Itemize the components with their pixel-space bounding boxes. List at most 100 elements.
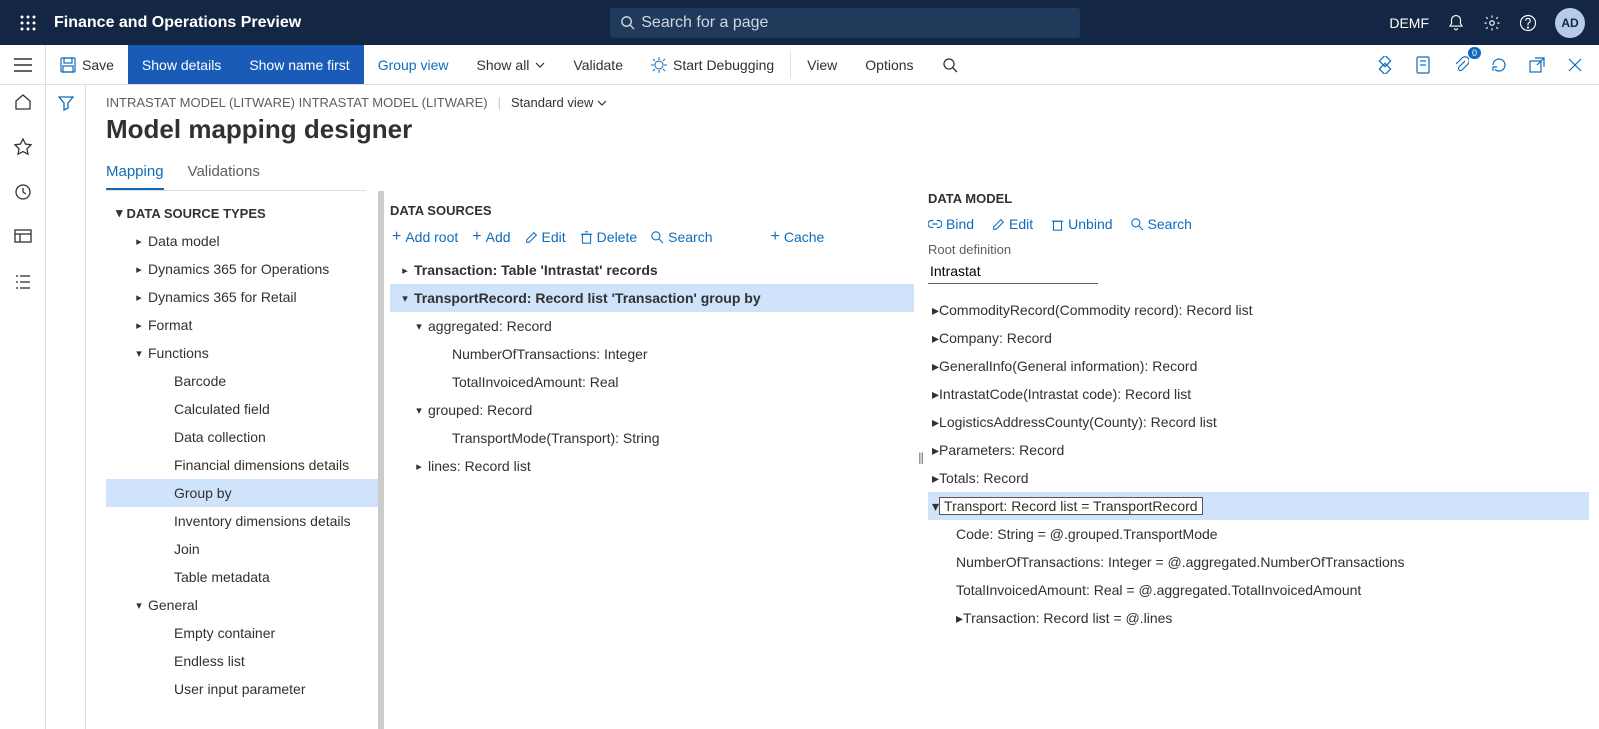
caret-right-icon[interactable]: ▸ — [956, 610, 963, 627]
delete-button[interactable]: Delete — [580, 228, 637, 246]
caret-right-icon[interactable]: ▸ — [932, 470, 939, 487]
tab-validations[interactable]: Validations — [188, 163, 260, 190]
data-source-type-item[interactable]: Calculated field — [106, 395, 378, 423]
caret-down-icon[interactable]: ▾ — [130, 599, 148, 612]
save-button[interactable]: Save — [46, 45, 128, 84]
data-source-type-item[interactable]: ▸Data model — [106, 227, 378, 255]
caret-right-icon[interactable]: ▸ — [932, 442, 939, 459]
data-source-type-item[interactable]: Financial dimensions details — [106, 451, 378, 479]
data-model-item[interactable]: ▸CommodityRecord(Commodity record): Reco… — [928, 296, 1589, 324]
data-model-item[interactable]: ▾Transport: Record list = TransportRecor… — [928, 492, 1589, 520]
caret-right-icon[interactable]: ▸ — [932, 358, 939, 375]
root-definition-input[interactable] — [928, 259, 1098, 284]
document-icon[interactable] — [1409, 51, 1437, 79]
search-button[interactable]: Search — [651, 228, 712, 246]
start-debugging-button[interactable]: Start Debugging — [637, 45, 788, 84]
group-view-button[interactable]: Group view — [364, 45, 463, 84]
data-source-item[interactable]: ▾grouped: Record — [390, 396, 914, 424]
tab-mapping[interactable]: Mapping — [106, 163, 164, 190]
data-source-type-item[interactable]: Data collection — [106, 423, 378, 451]
data-model-item[interactable]: NumberOfTransactions: Integer = @.aggreg… — [928, 548, 1589, 576]
data-source-type-item[interactable]: ▸Format — [106, 311, 378, 339]
data-source-type-item[interactable]: ▸Dynamics 365 for Operations — [106, 255, 378, 283]
company-label[interactable]: DEMF — [1389, 15, 1429, 31]
caret-down-icon[interactable]: ▾ — [410, 320, 428, 333]
caret-right-icon[interactable]: ▸ — [130, 291, 148, 304]
caret-down-icon[interactable]: ▾ — [410, 404, 428, 417]
caret-right-icon[interactable]: ▸ — [932, 414, 939, 431]
popout-icon[interactable] — [1523, 51, 1551, 79]
validate-button[interactable]: Validate — [559, 45, 637, 84]
data-model-item[interactable]: ▸IntrastatCode(Intrastat code): Record l… — [928, 380, 1589, 408]
diamond-icon[interactable] — [1371, 51, 1399, 79]
cache-button[interactable]: +Cache — [771, 228, 825, 246]
data-source-type-item[interactable]: Table metadata — [106, 563, 378, 591]
edit-button[interactable]: Edit — [525, 228, 566, 246]
data-source-item[interactable]: TransportMode(Transport): String — [390, 424, 914, 452]
close-icon[interactable] — [1561, 51, 1589, 79]
data-source-type-item[interactable]: ▸Dynamics 365 for Retail — [106, 283, 378, 311]
workspace-icon[interactable] — [14, 228, 32, 251]
add-button[interactable]: +Add — [472, 228, 510, 246]
modules-icon[interactable] — [14, 273, 32, 296]
bell-icon[interactable] — [1447, 14, 1465, 32]
add-root-button[interactable]: +Add root — [392, 228, 458, 246]
data-source-item[interactable]: ▸lines: Record list — [390, 452, 914, 480]
data-model-item[interactable]: ▸Company: Record — [928, 324, 1589, 352]
filter-icon[interactable] — [58, 95, 74, 729]
data-source-type-item[interactable]: Join — [106, 535, 378, 563]
data-model-item[interactable]: ▸Parameters: Record — [928, 436, 1589, 464]
star-icon[interactable] — [14, 138, 32, 161]
bind-button[interactable]: Bind — [928, 216, 974, 232]
nav-collapse-button[interactable] — [0, 45, 46, 84]
data-source-type-item[interactable]: ▾Functions — [106, 339, 378, 367]
data-source-type-item[interactable]: ▾General — [106, 591, 378, 619]
caret-down-icon[interactable]: ▾ — [396, 292, 414, 305]
app-launcher-icon[interactable] — [8, 15, 48, 31]
unbind-button[interactable]: Unbind — [1051, 216, 1112, 232]
data-source-item[interactable]: TotalInvoicedAmount: Real — [390, 368, 914, 396]
show-name-first-button[interactable]: Show name first — [235, 45, 363, 84]
data-source-type-item[interactable]: User input parameter — [106, 675, 378, 703]
caret-right-icon[interactable]: ▸ — [410, 460, 428, 473]
data-model-item[interactable]: ▸Totals: Record — [928, 464, 1589, 492]
dm-search-button[interactable]: Search — [1131, 216, 1192, 232]
caret-right-icon[interactable]: ▸ — [932, 386, 939, 403]
data-source-type-item[interactable]: Empty container — [106, 619, 378, 647]
show-details-button[interactable]: Show details — [128, 45, 235, 84]
help-icon[interactable] — [1519, 14, 1537, 32]
data-model-item[interactable]: ▸LogisticsAddressCounty(County): Record … — [928, 408, 1589, 436]
data-model-item[interactable]: TotalInvoicedAmount: Real = @.aggregated… — [928, 576, 1589, 604]
splitter[interactable]: ‖ — [914, 191, 928, 729]
caret-right-icon[interactable]: ▸ — [130, 319, 148, 332]
data-source-type-item[interactable]: Barcode — [106, 367, 378, 395]
dm-edit-button[interactable]: Edit — [992, 216, 1033, 232]
caret-right-icon[interactable]: ▸ — [130, 235, 148, 248]
recent-icon[interactable] — [14, 183, 32, 206]
data-source-types-header[interactable]: ▾DATA SOURCE TYPES — [106, 197, 378, 227]
caret-right-icon[interactable]: ▸ — [932, 330, 939, 347]
view-button[interactable]: View — [793, 45, 851, 84]
caret-right-icon[interactable]: ▸ — [396, 264, 414, 277]
avatar[interactable]: AD — [1555, 8, 1585, 38]
home-icon[interactable] — [14, 93, 32, 116]
data-source-type-item[interactable]: Inventory dimensions details — [106, 507, 378, 535]
caret-down-icon[interactable]: ▾ — [932, 498, 939, 515]
gear-icon[interactable] — [1483, 14, 1501, 32]
data-source-type-item[interactable]: Endless list — [106, 647, 378, 675]
caret-down-icon[interactable]: ▾ — [130, 347, 148, 360]
cmd-search-icon[interactable] — [928, 45, 972, 84]
caret-right-icon[interactable]: ▸ — [130, 263, 148, 276]
data-source-item[interactable]: NumberOfTransactions: Integer — [390, 340, 914, 368]
show-all-button[interactable]: Show all — [463, 45, 560, 84]
attachment-icon[interactable]: 0 — [1447, 51, 1475, 79]
data-source-item[interactable]: ▸Transaction: Table 'Intrastat' records — [390, 256, 914, 284]
data-source-item[interactable]: ▾TransportRecord: Record list 'Transacti… — [390, 284, 914, 312]
data-model-item[interactable]: ▸Transaction: Record list = @.lines — [928, 604, 1589, 632]
search-input[interactable]: Search for a page — [610, 8, 1080, 38]
data-source-type-item[interactable]: Group by — [106, 479, 378, 507]
options-button[interactable]: Options — [851, 45, 927, 84]
data-model-item[interactable]: Code: String = @.grouped.TransportMode — [928, 520, 1589, 548]
caret-right-icon[interactable]: ▸ — [932, 302, 939, 319]
refresh-icon[interactable] — [1485, 51, 1513, 79]
